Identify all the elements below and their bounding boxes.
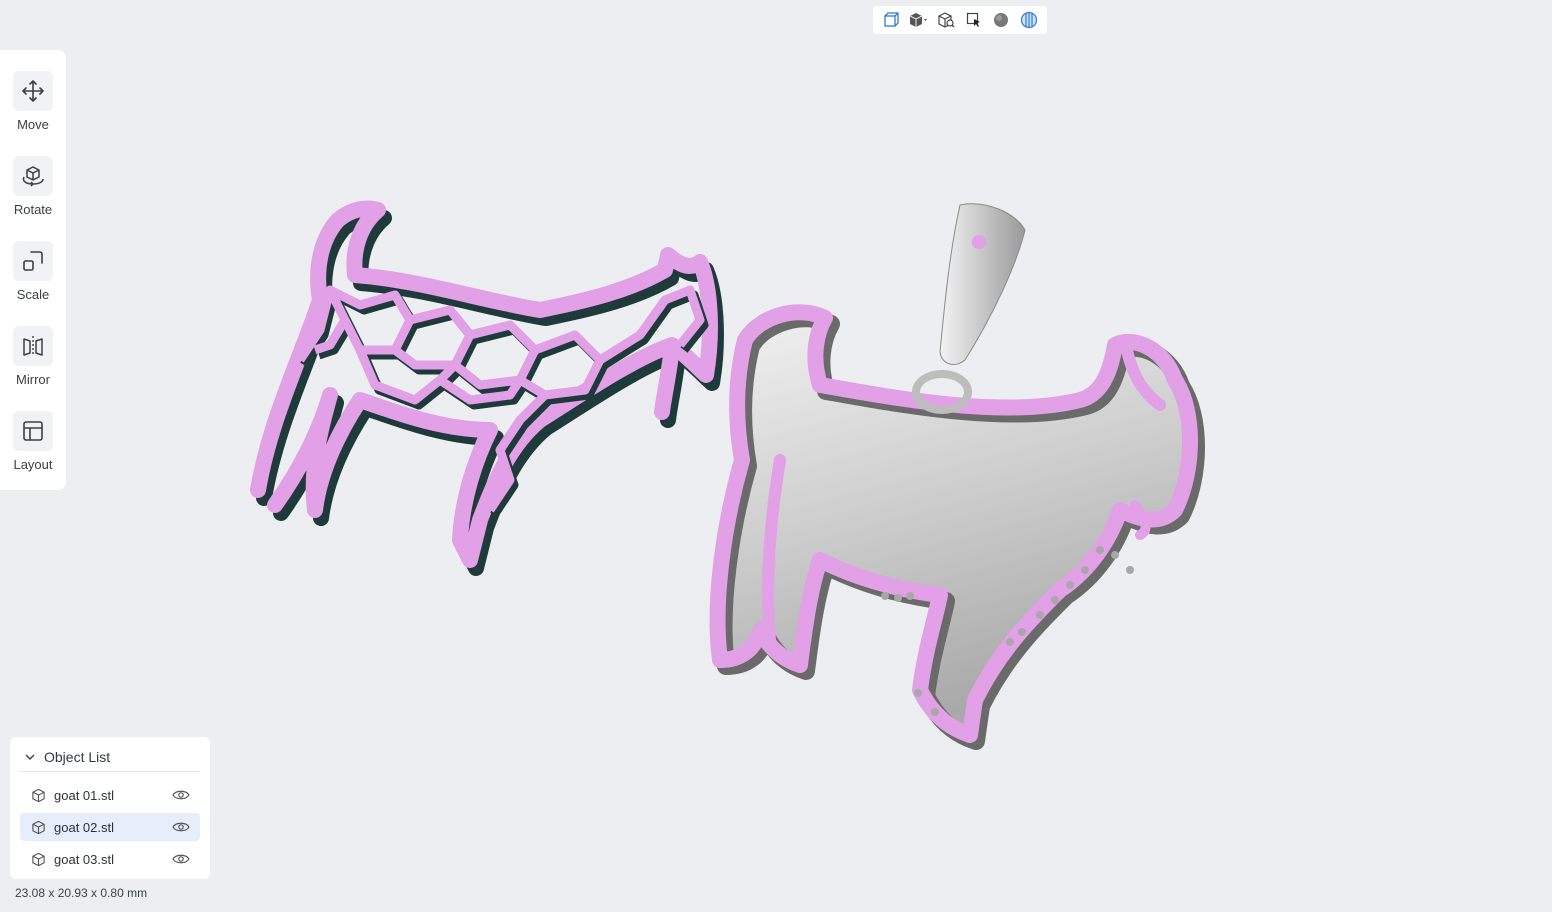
scale-tool-button[interactable]: Scale — [0, 241, 66, 311]
object-list-item-selected[interactable]: goat 02.stl — [20, 813, 200, 841]
object-list-panel: Object List goat 01.stl goat 02.stl goat… — [10, 737, 210, 879]
rotate-tool-label: Rotate — [13, 202, 53, 217]
layout-icon — [13, 411, 53, 451]
shading-sphere-icon[interactable] — [989, 8, 1013, 32]
object-name: goat 03.stl — [54, 851, 114, 867]
scale-square-icon — [13, 241, 53, 281]
eye-icon[interactable] — [172, 821, 190, 833]
object-name: goat 02.stl — [54, 819, 114, 835]
select-box-icon[interactable] — [962, 8, 986, 32]
move-tool-button[interactable]: Move — [0, 71, 66, 141]
object-list-item[interactable]: goat 01.stl — [20, 781, 200, 809]
scale-tool-label: Scale — [16, 287, 50, 302]
layout-tool-button[interactable]: Layout — [0, 411, 66, 481]
layout-tool-label: Layout — [13, 457, 53, 472]
goat-01-model[interactable] — [250, 200, 724, 576]
move-arrows-icon — [13, 71, 53, 111]
object-name: goat 01.stl — [54, 787, 114, 803]
mirror-tool-button[interactable]: Mirror — [0, 326, 66, 396]
cube-icon — [31, 820, 46, 835]
mirror-icon — [13, 326, 53, 366]
transform-tool-panel: Move Rotate Scale Mirror Layout — [0, 50, 66, 490]
chevron-down-icon[interactable] — [24, 751, 36, 763]
object-list-title: Object List — [44, 749, 111, 765]
selection-dimensions: 23.08 x 20.93 x 0.80 mm — [15, 886, 148, 900]
eye-icon[interactable] — [172, 789, 190, 801]
object-list-item[interactable]: goat 03.stl — [20, 845, 200, 873]
cube-icon — [31, 788, 46, 803]
cube-icon — [31, 852, 46, 867]
rotate-tool-button[interactable]: Rotate — [0, 156, 66, 226]
wireframe-icon[interactable] — [1017, 8, 1041, 32]
perspective-view-icon[interactable] — [879, 8, 903, 32]
3d-viewport[interactable]: Move Rotate Scale Mirror Layout Object L… — [0, 0, 1552, 912]
view-toolbar — [873, 6, 1047, 34]
mirror-tool-label: Mirror — [16, 372, 50, 387]
goat-02-model[interactable] — [709, 203, 1205, 750]
rotate-cube-icon — [13, 156, 53, 196]
zoom-fit-icon[interactable] — [934, 8, 958, 32]
view-cube-dropdown-icon[interactable] — [906, 8, 930, 32]
move-tool-label: Move — [17, 117, 49, 132]
model-scene[interactable] — [0, 0, 1552, 912]
object-list-header[interactable]: Object List — [20, 743, 200, 772]
eye-icon[interactable] — [172, 853, 190, 865]
